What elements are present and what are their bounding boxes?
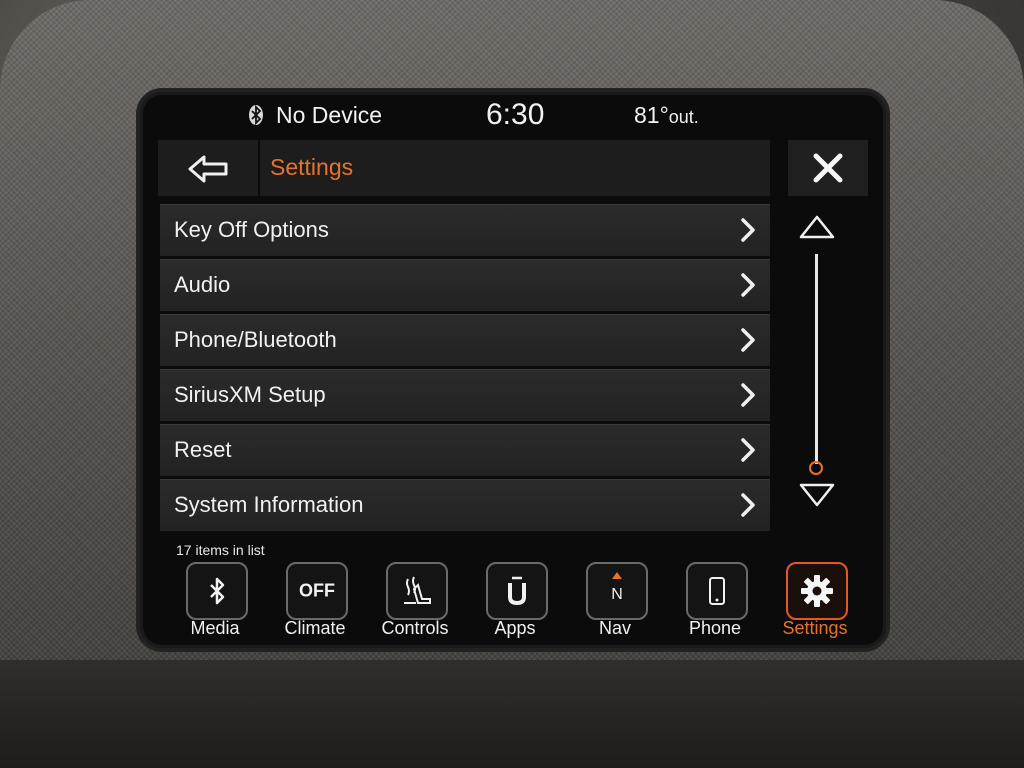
scroll-up-icon[interactable] (798, 214, 836, 240)
controls-icon-box (386, 562, 448, 620)
list-item-label: Audio (174, 272, 231, 297)
app-dock: Media OFF Climate Controls Apps N Nav Ph… (170, 554, 870, 644)
compass-icon: N (611, 572, 623, 603)
bluetooth-icon (249, 104, 263, 126)
dock-label: Phone (688, 618, 742, 638)
dock-label: Controls (381, 618, 449, 638)
dock-controls[interactable]: Controls (370, 554, 466, 644)
page-header: Settings (158, 140, 868, 196)
dock-apps[interactable]: Apps (470, 554, 566, 644)
close-icon (813, 153, 843, 183)
dock-nav[interactable]: N Nav (570, 554, 666, 644)
gear-icon (801, 575, 833, 607)
device-status: No Device (276, 102, 383, 128)
dock-label: Media (190, 618, 240, 638)
list-scrollbar[interactable] (790, 204, 870, 514)
settings-icon-box (786, 562, 848, 620)
list-item-label: SiriusXM Setup (174, 382, 326, 407)
bluetooth-icon (210, 577, 225, 605)
dock-climate[interactable]: OFF Climate (270, 554, 366, 644)
temperature-unit: out. (668, 107, 699, 127)
temperature-value: 81° (634, 102, 669, 128)
list-item-label: System Information (174, 492, 364, 517)
close-button[interactable] (788, 140, 868, 196)
list-item-phone-bluetooth[interactable]: Phone/Bluetooth (160, 314, 770, 366)
back-arrow-icon (188, 155, 228, 183)
scroll-thumb[interactable] (809, 461, 823, 475)
apps-icon-box (486, 562, 548, 620)
phone-icon-box (686, 562, 748, 620)
compass-letter: N (611, 586, 623, 603)
media-icon-box (186, 562, 248, 620)
apps-icon (508, 576, 526, 606)
dashboard-lower-panel (0, 660, 1024, 768)
seat-heat-icon (404, 576, 431, 604)
page-title: Settings (270, 154, 354, 180)
back-button[interactable] (158, 140, 260, 196)
chevron-right-icon (741, 438, 755, 462)
list-item-label: Key Off Options (174, 217, 329, 242)
chevron-right-icon (741, 273, 755, 297)
dock-media[interactable]: Media (170, 554, 266, 644)
list-item-key-off-options[interactable]: Key Off Options (160, 204, 770, 256)
status-bar: No Device 6:30 81°out. (140, 92, 886, 140)
phone-icon (709, 577, 725, 605)
dock-label: Settings (782, 618, 848, 638)
off-icon: OFF (299, 580, 335, 601)
settings-list: Key Off Options Audio Phone/Bluetooth Si… (160, 204, 770, 534)
dock-label: Climate (284, 618, 346, 638)
dock-label: Nav (598, 618, 631, 638)
scroll-track[interactable] (815, 254, 818, 464)
nav-icon-box: N (586, 562, 648, 620)
chevron-right-icon (741, 493, 755, 517)
list-item-system-information[interactable]: System Information (160, 479, 770, 531)
chevron-right-icon (741, 383, 755, 407)
scroll-down-icon[interactable] (798, 482, 836, 508)
list-item-label: Reset (174, 437, 232, 462)
outside-temperature: 81°out. (634, 102, 699, 129)
chevron-right-icon (741, 328, 755, 352)
list-item-reset[interactable]: Reset (160, 424, 770, 476)
climate-icon-box: OFF (286, 562, 348, 620)
list-item-label: Phone/Bluetooth (174, 327, 337, 352)
infotainment-screen: No Device 6:30 81°out. Settings Key Off … (140, 92, 886, 648)
dock-phone[interactable]: Phone (670, 554, 766, 644)
chevron-right-icon (741, 218, 755, 242)
dock-label: Apps (494, 618, 536, 638)
list-item-siriusxm-setup[interactable]: SiriusXM Setup (160, 369, 770, 421)
title-bar: Settings (260, 140, 770, 196)
clock: 6:30 (486, 98, 545, 131)
dock-settings[interactable]: Settings (770, 554, 866, 644)
list-item-audio[interactable]: Audio (160, 259, 770, 311)
